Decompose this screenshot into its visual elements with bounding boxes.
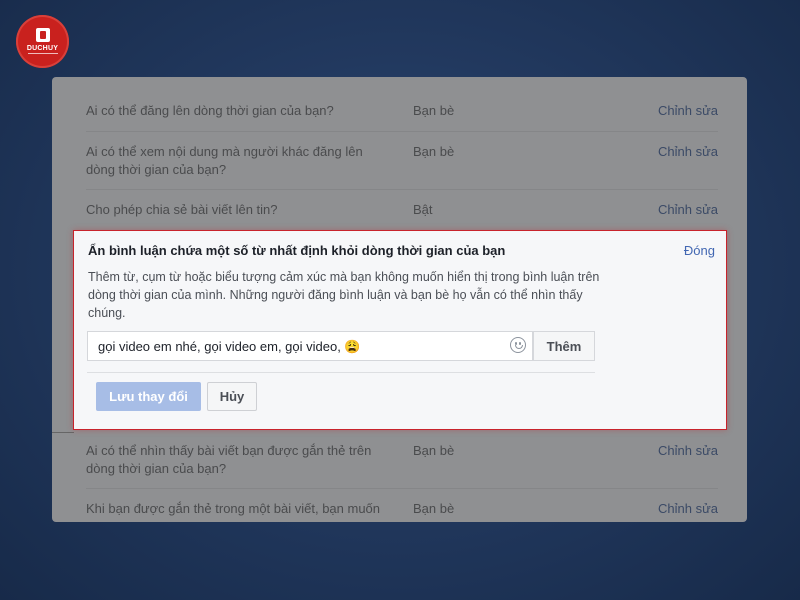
logo-mark-icon	[35, 27, 50, 42]
row-edit-link[interactable]: Chỉnh sửa	[658, 201, 718, 219]
add-button[interactable]: Thêm	[533, 331, 595, 361]
dialog-divider	[87, 372, 595, 373]
row-edit-link[interactable]: Chỉnh sửa	[658, 442, 718, 460]
logo-underline	[27, 52, 58, 54]
hide-comments-dialog: Ẩn bình luận chứa một số từ nhất định kh…	[73, 230, 727, 430]
row-value: Bạn bè	[413, 144, 455, 159]
row-question: Cho phép chia sẻ bài viết lên tin?	[86, 202, 278, 217]
row-divider	[86, 189, 718, 190]
close-link[interactable]: Đóng	[684, 243, 715, 258]
cancel-button[interactable]: Hủy	[207, 382, 257, 411]
panel-left-divider	[52, 432, 74, 433]
dialog-title: Ẩn bình luận chứa một số từ nhất định kh…	[88, 243, 506, 258]
blocked-words-value: gọi video em nhé, gọi video em, gọi vide…	[98, 339, 361, 354]
smiley-emoji-icon[interactable]	[510, 337, 526, 353]
blocked-words-input[interactable]: gọi video em nhé, gọi video em, gọi vide…	[87, 331, 533, 361]
dialog-description: Thêm từ, cụm từ hoặc biểu tượng cảm xúc …	[88, 270, 600, 320]
row-edit-link[interactable]: Chỉnh sửa	[658, 500, 718, 518]
logo-text: DUCHUY	[26, 44, 59, 52]
row-divider	[86, 488, 718, 489]
row-edit-link[interactable]: Chỉnh sửa	[658, 102, 718, 120]
row-question: Ai có thể xem nội dung mà người khác đăn…	[86, 144, 363, 177]
row-question: Khi bạn được gắn thẻ trong một bài viết,…	[86, 501, 381, 516]
row-value: Bật	[413, 202, 433, 217]
row-edit-link[interactable]: Chỉnh sửa	[658, 143, 718, 161]
row-value: Bạn bè	[413, 443, 455, 458]
row-value: Bạn bè	[413, 501, 455, 516]
save-changes-button[interactable]: Lưu thay đổi	[96, 382, 201, 411]
row-value: Bạn bè	[413, 103, 455, 118]
duchuy-logo: DUCHUY	[16, 15, 69, 68]
row-question: Ai có thể đăng lên dòng thời gian của bạ…	[86, 103, 334, 118]
row-question: Ai có thể nhìn thấy bài viết bạn được gắ…	[86, 443, 372, 476]
row-divider	[86, 131, 718, 132]
